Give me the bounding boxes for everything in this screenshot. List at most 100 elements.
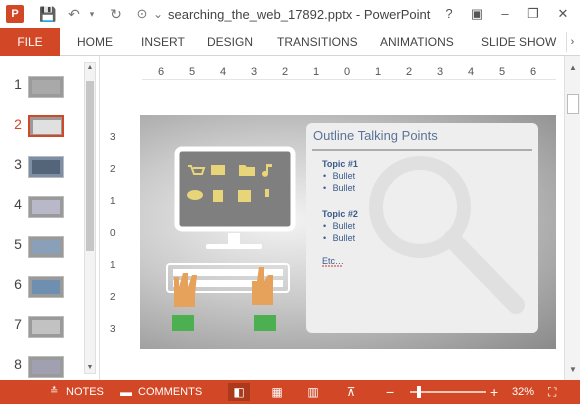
topic-2-heading: Topic #2	[322, 209, 358, 219]
tab-file[interactable]: FILE	[0, 28, 60, 56]
slide-number: 4	[14, 196, 22, 212]
customize-quick-access-icon[interactable]: ⌄	[148, 4, 168, 24]
slide-number: 2	[14, 116, 22, 132]
slide-thumbnail-8[interactable]	[28, 356, 64, 378]
title-bar: P 💾 ↶ ▾ ↻ ⊙ ⌄ searching_the_web_17892.pp…	[0, 0, 580, 28]
comments-button[interactable]: COMMENTS	[138, 380, 202, 404]
slide-thumbnail-3[interactable]	[28, 156, 64, 178]
slide-show-icon[interactable]: ⊼	[340, 383, 362, 401]
thumbnail-scroll-handle[interactable]	[86, 81, 94, 251]
tab-home[interactable]: HOME	[77, 28, 113, 56]
ruler-tick: 4	[468, 66, 475, 78]
undo-icon[interactable]: ↶	[64, 4, 84, 24]
topic-1-bullet-1: • Bullet	[323, 171, 356, 181]
ruler-tick: 1	[110, 260, 116, 271]
fit-to-window-icon[interactable]: ⛶	[548, 380, 556, 404]
slide-number: 1	[14, 76, 22, 92]
left-hand	[174, 273, 197, 307]
slide-number: 8	[14, 356, 22, 372]
tab-transitions[interactable]: TRANSITIONS	[277, 28, 358, 56]
slide-thumbnail-2[interactable]	[28, 115, 64, 137]
horizontal-ruler: 6 5 4 3 2 1 0 1 2 3 4 5 6	[142, 66, 556, 80]
ruler-tick: 6	[530, 66, 537, 78]
bullet-text: Bullet	[332, 233, 356, 243]
ruler-tick: 0	[110, 228, 116, 239]
tab-design[interactable]: DESIGN	[207, 28, 253, 56]
ruler-tick: 1	[313, 66, 320, 78]
ruler-tick: 2	[282, 66, 289, 78]
tab-insert[interactable]: INSERT	[141, 28, 185, 56]
slide-artwork	[166, 123, 538, 333]
current-slide[interactable]: Outline Talking Points Topic #1 • Bullet…	[140, 115, 556, 349]
zoom-percent[interactable]: 32%	[512, 380, 534, 404]
restore-icon[interactable]: ❐	[522, 4, 544, 24]
mail-icon	[211, 165, 225, 175]
close-icon[interactable]: ✕	[552, 4, 574, 24]
disk-icon	[238, 190, 251, 202]
notes-button[interactable]: NOTES	[66, 380, 104, 404]
scroll-up-icon[interactable]: ▲	[567, 62, 579, 74]
topic-1-bullet-2: • Bullet	[323, 183, 356, 193]
topic-1-heading: Topic #1	[322, 159, 358, 169]
minimize-icon[interactable]: –	[494, 4, 516, 24]
etc-text: Etc…	[322, 256, 345, 266]
zoom-slider[interactable]	[410, 391, 486, 393]
tab-animations[interactable]: ANIMATIONS	[380, 28, 454, 56]
monitor-screen	[174, 146, 296, 232]
slide-sorter-icon[interactable]: ▦	[266, 383, 288, 401]
slide-thumbnail-6[interactable]	[28, 276, 64, 298]
ruler-tick: 5	[499, 66, 506, 78]
ruler-tick: 6	[158, 66, 165, 78]
trash-icon	[213, 190, 223, 202]
vertical-scrollbar[interactable]: ▲ ▼	[564, 56, 580, 380]
right-sleeve	[254, 315, 276, 331]
ruler-tick: 3	[110, 324, 116, 335]
monitor-stand	[228, 233, 240, 245]
slide-number: 3	[14, 156, 22, 172]
slide-number: 5	[14, 236, 22, 252]
panel-title: Outline Talking Points	[313, 128, 438, 143]
vertical-scroll-handle[interactable]	[567, 94, 579, 114]
keyboard-keys-row	[173, 269, 283, 276]
comments-icon[interactable]: ▬	[120, 380, 132, 404]
help-icon[interactable]: ?	[438, 4, 460, 24]
notes-icon[interactable]: ≛	[50, 380, 58, 404]
slide-editing-area: 6 5 4 3 2 1 0 1 2 3 4 5 6 3 2 1 0 1 2 3	[100, 56, 564, 380]
zoom-out-button[interactable]: −	[386, 380, 394, 404]
monitor-base	[206, 244, 262, 249]
slide-thumbnail-7[interactable]	[28, 316, 64, 338]
zoom-slider-thumb[interactable]	[417, 386, 422, 398]
bullet-text: Bullet	[332, 183, 356, 193]
slide-thumbnail-1[interactable]	[28, 76, 64, 98]
bullet-text: Bullet	[332, 171, 356, 181]
left-sleeve	[172, 315, 194, 331]
tab-slide-show[interactable]: SLIDE SHOW	[481, 28, 556, 56]
undo-dropdown-icon[interactable]: ▾	[82, 4, 102, 24]
scroll-down-icon[interactable]: ▼	[567, 364, 579, 376]
thumbnail-scrollbar[interactable]: ▲ ▼	[84, 62, 96, 374]
slide-thumbnail-4[interactable]	[28, 196, 64, 218]
slide-number: 6	[14, 276, 22, 292]
scroll-up-icon[interactable]: ▲	[85, 63, 95, 73]
ribbon-scroll-right-icon[interactable]: ›	[566, 32, 578, 52]
slide-thumbnail-pane: 1 2 3 4 5 6 7 8 ▲ ▼	[0, 56, 100, 380]
slide-thumbnail-5[interactable]	[28, 236, 64, 258]
topic-2-bullet-2: • Bullet	[323, 233, 356, 243]
ruler-tick: 2	[110, 164, 116, 175]
save-icon[interactable]: 💾	[38, 4, 58, 24]
ruler-tick: 4	[220, 66, 227, 78]
ruler-tick: 0	[344, 66, 351, 78]
ruler-tick: 2	[110, 292, 116, 303]
ribbon-tabs: FILE HOME INSERT DESIGN TRANSITIONS ANIM…	[0, 28, 580, 56]
zoom-in-button[interactable]: +	[490, 380, 498, 404]
normal-view-icon[interactable]: ◧	[228, 383, 250, 401]
ruler-tick: 3	[110, 132, 116, 143]
bullet-text: Bullet	[332, 221, 356, 231]
redo-icon[interactable]: ↻	[106, 4, 126, 24]
powerpoint-app-icon: P	[6, 5, 24, 23]
key-icon	[265, 189, 269, 197]
scroll-down-icon[interactable]: ▼	[85, 363, 95, 373]
reading-view-icon[interactable]: ▥	[302, 383, 324, 401]
ribbon-display-options-icon[interactable]: ▣	[466, 4, 488, 24]
ruler-tick: 3	[251, 66, 258, 78]
